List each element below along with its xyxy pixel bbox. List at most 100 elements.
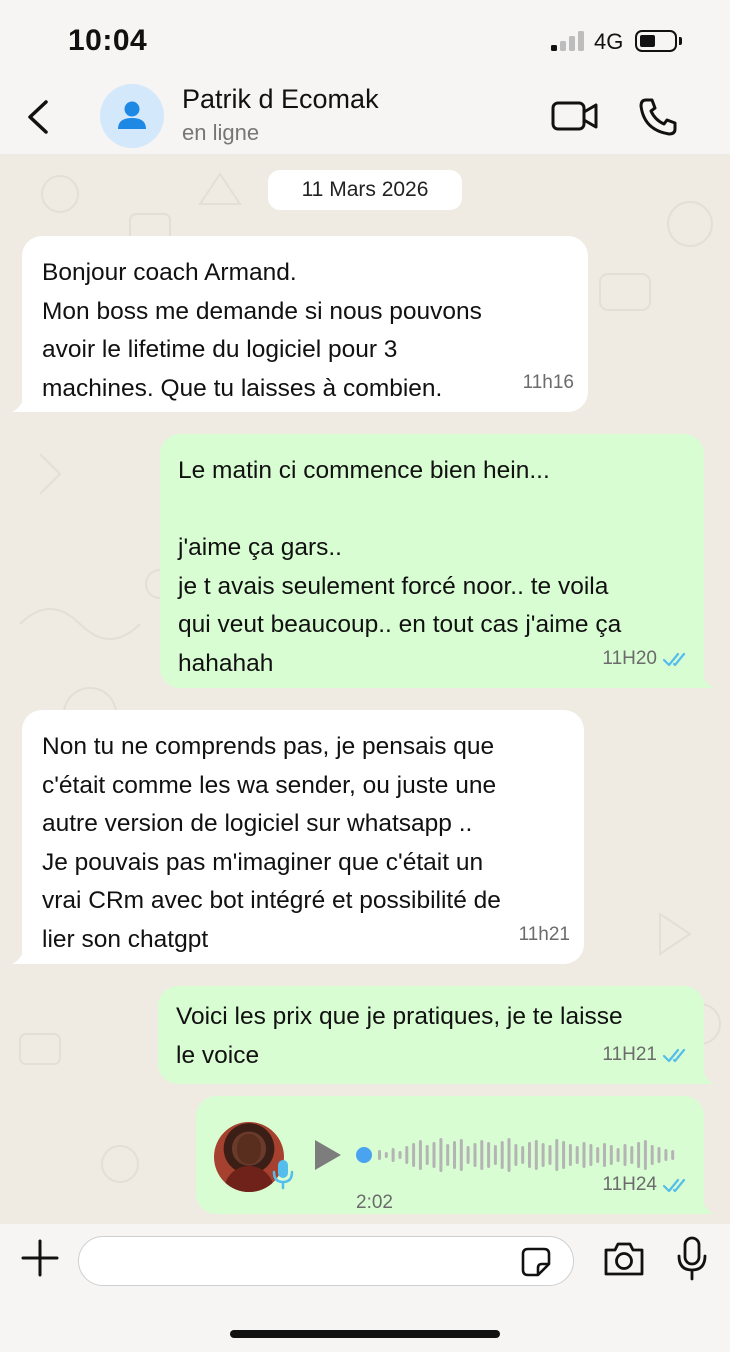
waveform-bar: [541, 1143, 545, 1167]
bubble-tail: [692, 668, 714, 688]
message-time: 11H24: [602, 1173, 657, 1195]
waveform-bar: [568, 1144, 572, 1166]
waveform-bar: [384, 1152, 388, 1158]
waveform-bar: [562, 1141, 566, 1169]
message-meta: 11H20: [602, 640, 690, 679]
chat-header: Patrik d Ecomak en ligne: [0, 80, 730, 154]
waveform-bar: [623, 1144, 627, 1166]
voice-record-button[interactable]: [676, 1236, 708, 1282]
network-type: 4G: [594, 29, 624, 54]
waveform-bar: [500, 1141, 504, 1169]
message-text: Bonjour coach Armand. Mon boss me demand…: [42, 259, 482, 402]
message-outgoing[interactable]: Voici les prix que je pratiques, je te l…: [158, 986, 714, 1084]
attach-button[interactable]: [20, 1238, 60, 1278]
waveform-bar: [480, 1140, 484, 1170]
waveform-bar: [637, 1142, 641, 1168]
waveform-bar: [521, 1146, 525, 1164]
waveform-bar: [575, 1146, 579, 1164]
bubble-tail: [12, 944, 34, 964]
plus-icon: [21, 1239, 59, 1277]
bubble-tail: [692, 1064, 714, 1084]
waveform-bar: [439, 1138, 443, 1172]
waveform-bar: [398, 1151, 402, 1159]
camera-button[interactable]: [602, 1240, 646, 1278]
message-meta: 11H24: [602, 1166, 690, 1205]
waveform-bar: [657, 1147, 661, 1163]
waveform-bar: [432, 1142, 436, 1168]
message-time: 11H21: [602, 1043, 657, 1065]
camera-icon: [604, 1242, 644, 1276]
voice-duration: 2:02: [356, 1192, 393, 1213]
message-input[interactable]: [78, 1236, 574, 1286]
waveform-bar: [425, 1145, 429, 1165]
waveform-bar: [507, 1138, 511, 1172]
waveform-bar: [459, 1139, 463, 1171]
waveform-bar: [534, 1140, 538, 1170]
waveform-bar: [630, 1146, 634, 1164]
waveform-bar: [582, 1142, 586, 1168]
waveform-bar: [650, 1145, 654, 1165]
status-time: 10:04: [68, 24, 148, 57]
video-call-button[interactable]: [550, 98, 600, 134]
waveform-bar: [596, 1147, 600, 1163]
contact-status: en ligne: [182, 120, 260, 145]
home-indicator: [230, 1330, 500, 1338]
message-meta: 11h16: [523, 364, 574, 403]
message-meta: 11H21: [602, 1036, 690, 1075]
status-bar: 10:04 4G: [0, 0, 730, 80]
sticker-button[interactable]: [520, 1246, 552, 1278]
waveform-bar: [609, 1145, 613, 1165]
waveform-bar: [487, 1142, 491, 1168]
waveform-bar: [391, 1148, 395, 1162]
waveform-bar: [453, 1141, 456, 1169]
chat-area[interactable]: 11 Mars 2026 Bonjour coach Armand. Mon b…: [0, 154, 730, 1224]
phone-icon: [639, 98, 677, 136]
voice-progress-knob[interactable]: [356, 1147, 372, 1163]
back-icon: [28, 100, 48, 134]
waveform-bar: [555, 1139, 559, 1171]
microphone-icon: [677, 1236, 707, 1281]
double-check-icon: [663, 652, 686, 666]
waveform-bar: [473, 1143, 477, 1167]
message-text: Non tu ne comprends pas, je pensais que …: [42, 733, 501, 953]
waveform-bar: [405, 1146, 409, 1164]
signal-strength-icon: [551, 31, 585, 51]
waveform-bar: [514, 1144, 518, 1166]
waveform-bar: [412, 1143, 416, 1167]
waveform-bar: [664, 1149, 668, 1161]
waveform-bar: [378, 1150, 381, 1160]
waveform-bar: [528, 1142, 531, 1168]
date-separator: 11 Mars 2026: [268, 170, 462, 210]
message-time: 11h16: [522, 371, 574, 393]
back-button[interactable]: [20, 94, 60, 140]
contact-avatar[interactable]: [100, 84, 164, 148]
microphone-icon: [272, 1160, 294, 1190]
waveform-bar: [589, 1144, 593, 1166]
waveform-bar: [493, 1145, 497, 1165]
waveform-bar: [418, 1140, 422, 1170]
waveform-bar: [671, 1150, 675, 1160]
waveform-bar: [603, 1143, 606, 1167]
play-icon: [315, 1140, 341, 1170]
message-time: 11h21: [518, 923, 570, 945]
message-time: 11H20: [602, 647, 657, 669]
message-outgoing[interactable]: Le matin ci commence bien hein... j'aime…: [160, 434, 714, 688]
double-check-icon: [663, 1178, 686, 1192]
message-meta: 11h21: [519, 916, 570, 955]
contact-name[interactable]: Patrik d Ecomak: [182, 84, 379, 115]
bubble-tail: [12, 392, 34, 412]
input-bar: [0, 1224, 730, 1352]
waveform-bar: [446, 1144, 450, 1166]
video-call-icon: [551, 101, 598, 131]
message-incoming[interactable]: Bonjour coach Armand. Mon boss me demand…: [12, 236, 588, 412]
voice-message[interactable]: 2:02 11H24: [196, 1096, 714, 1214]
waveform-bar: [616, 1148, 620, 1162]
play-button[interactable]: [310, 1138, 344, 1172]
sticker-icon: [521, 1247, 551, 1277]
bubble-tail: [692, 1194, 714, 1214]
waveform-bar: [466, 1146, 470, 1164]
message-incoming[interactable]: Non tu ne comprends pas, je pensais que …: [12, 710, 584, 964]
waveform-bar: [548, 1145, 552, 1165]
voice-call-button[interactable]: [636, 96, 680, 138]
battery-icon: [635, 30, 682, 52]
